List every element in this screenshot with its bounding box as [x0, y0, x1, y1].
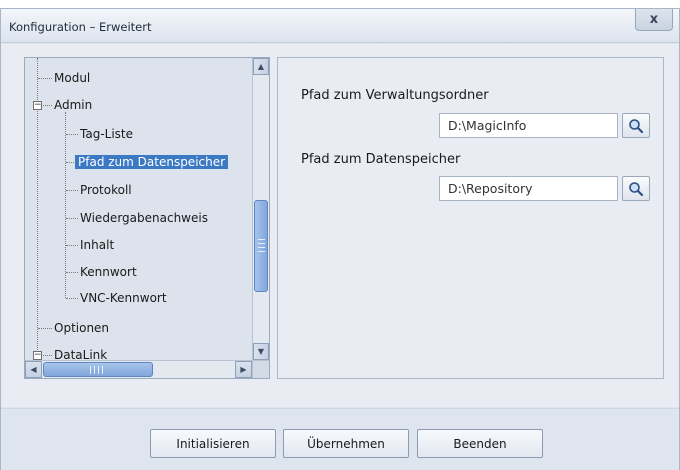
tree-item-pfad-zum-datenspeicher[interactable]: Pfad zum Datenspeicher — [75, 152, 229, 172]
tree-item-wiedergabenachweis[interactable]: Wiedergabenachweis — [77, 208, 211, 228]
repository-label: Pfad zum Datenspeicher — [301, 152, 461, 167]
scroll-right-button[interactable]: ▶ — [235, 361, 252, 378]
vertical-scrollbar[interactable]: ▲ ▼ — [252, 58, 269, 360]
scroll-down-button[interactable]: ▼ — [253, 343, 269, 360]
management-folder-field[interactable]: D:\MagicInfo — [439, 113, 618, 138]
search-icon — [629, 118, 644, 133]
collapse-icon[interactable]: − — [33, 101, 42, 110]
scroll-left-button[interactable]: ◀ — [25, 361, 42, 378]
window-title: Konfiguration – Erweitert — [9, 20, 152, 34]
close-button[interactable]: x — [635, 9, 673, 31]
horizontal-scrollbar[interactable]: ◀ ▶ — [25, 360, 253, 378]
arrow-up-icon: ▲ — [257, 62, 265, 71]
browse-management-folder-button[interactable] — [622, 113, 650, 138]
tree-item-protokoll[interactable]: Protokoll — [77, 180, 135, 200]
tree-item-optionen[interactable]: Optionen — [51, 318, 112, 338]
grip-line — [94, 366, 95, 374]
grip-line — [258, 251, 265, 252]
tree-connector — [38, 328, 52, 329]
vertical-scroll-thumb[interactable] — [254, 200, 268, 292]
tree-connector — [65, 112, 66, 298]
arrow-down-icon: ▼ — [257, 347, 265, 356]
title-bar[interactable]: Konfiguration – Erweitert x — [1, 9, 679, 43]
tree-item-vnc-kennwort[interactable]: VNC-Kennwort — [77, 288, 170, 308]
close-icon: x — [649, 12, 659, 27]
grip-line — [258, 243, 265, 244]
arrow-right-icon: ▶ — [240, 365, 247, 374]
grip-line — [258, 247, 265, 248]
tree-item-tag-liste[interactable]: Tag-Liste — [77, 124, 136, 144]
tree-item-kennwort[interactable]: Kennwort — [77, 262, 140, 282]
settings-panel: Pfad zum Verwaltungsordner D:\MagicInfo … — [277, 57, 664, 379]
grip-line — [102, 366, 103, 374]
tree-viewport: Modul − Admin Tag-Liste Pfad zum Datensp… — [25, 58, 253, 360]
grip-line — [258, 239, 265, 240]
tree-item-modul[interactable]: Modul — [51, 68, 93, 88]
grip-line — [90, 366, 91, 374]
tree-item-admin[interactable]: Admin — [51, 95, 95, 115]
repository-field[interactable]: D:\Repository — [439, 176, 618, 201]
scrollbar-corner — [252, 360, 269, 378]
tree-item-inhalt[interactable]: Inhalt — [77, 235, 117, 255]
tree-connector — [38, 78, 52, 79]
grip-line — [98, 366, 99, 374]
initialize-button[interactable]: Initialisieren — [150, 429, 276, 458]
management-folder-label: Pfad zum Verwaltungsordner — [301, 88, 489, 103]
exit-button[interactable]: Beenden — [417, 429, 543, 458]
apply-button[interactable]: Übernehmen — [283, 429, 409, 458]
navigation-tree: Modul − Admin Tag-Liste Pfad zum Datensp… — [24, 57, 270, 379]
horizontal-scroll-thumb[interactable] — [43, 362, 153, 377]
browse-repository-button[interactable] — [622, 176, 650, 201]
scroll-up-button[interactable]: ▲ — [253, 58, 269, 75]
tree-item-datalink[interactable]: DataLink — [51, 345, 110, 360]
collapse-icon[interactable]: − — [33, 351, 42, 360]
arrow-left-icon: ◀ — [30, 365, 37, 374]
search-icon — [629, 181, 644, 196]
